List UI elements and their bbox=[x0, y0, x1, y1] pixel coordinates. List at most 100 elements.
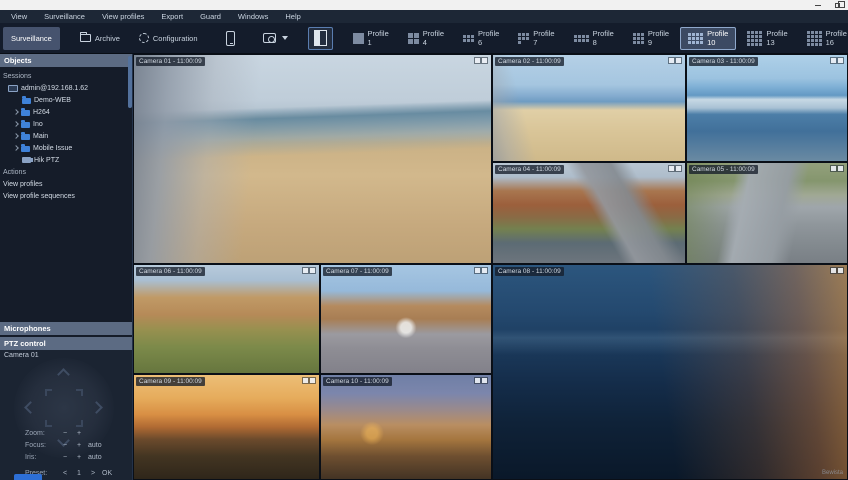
profile-label: Profile 1 bbox=[368, 29, 389, 47]
camera-tile-05[interactable]: Camera 05 - 11:00:09 bbox=[686, 162, 848, 264]
profile-button-1[interactable]: Profile 1 bbox=[345, 27, 397, 50]
folder-icon bbox=[21, 134, 30, 140]
joystick-corner-bracket bbox=[76, 420, 83, 427]
tree-item-main[interactable]: Main bbox=[0, 130, 133, 142]
chevron-right-icon[interactable] bbox=[13, 133, 19, 139]
menu-item-view-profiles[interactable]: View profiles bbox=[102, 12, 144, 21]
focus-minus-button[interactable]: − bbox=[58, 442, 72, 449]
profile-button-13[interactable]: Profile 13 bbox=[739, 27, 795, 50]
focus-auto-button[interactable]: auto bbox=[88, 442, 102, 449]
folder-icon bbox=[80, 34, 91, 42]
photo-watermark: Bewista bbox=[822, 470, 843, 476]
folder-icon bbox=[22, 98, 31, 104]
computer-icon bbox=[8, 85, 18, 92]
focus-plus-button[interactable]: + bbox=[72, 442, 86, 449]
ptz-panel-header[interactable]: PTZ control bbox=[0, 337, 133, 350]
profile-label: Profile 8 bbox=[593, 29, 614, 47]
partial-blue-button[interactable] bbox=[14, 474, 42, 480]
minimize-icon[interactable] bbox=[815, 5, 821, 6]
profile-label: Profile 13 bbox=[766, 29, 787, 47]
tree-item-h264[interactable]: H264 bbox=[0, 106, 133, 118]
surveillance-button[interactable]: Surveillance bbox=[3, 27, 60, 50]
camera-tile-02[interactable]: Camera 02 - 11:00:09 bbox=[492, 54, 686, 162]
zoom-minus-button[interactable]: − bbox=[58, 430, 72, 437]
configuration-button[interactable]: Configuration bbox=[131, 27, 206, 50]
camera-tile-01[interactable]: Camera 01 - 11:00:09 bbox=[133, 54, 492, 264]
ptz-camera-name: Camera 01 bbox=[4, 352, 39, 359]
chevron-right-icon[interactable] bbox=[13, 145, 19, 151]
joystick-left-icon[interactable] bbox=[24, 401, 37, 414]
profile-label: Profile 7 bbox=[533, 29, 554, 47]
camera-tile-04[interactable]: Camera 04 - 11:00:09 bbox=[492, 162, 686, 264]
mobile-devices-button[interactable] bbox=[218, 27, 243, 50]
profile-label: Profile 6 bbox=[478, 29, 499, 47]
objects-tree: Sessions admin@192.168.1.62 Demo-WEB H26… bbox=[0, 70, 133, 202]
camera-capture-icon bbox=[263, 33, 276, 43]
action-view-profiles[interactable]: View profiles bbox=[0, 178, 133, 190]
session-name: admin@192.168.1.62 bbox=[21, 85, 88, 92]
tree-item-hik-ptz[interactable]: Hik PTZ bbox=[0, 154, 133, 166]
gear-icon bbox=[139, 33, 149, 43]
profile-button-16[interactable]: Profile 16 bbox=[799, 27, 848, 50]
detector-indicator-icons bbox=[669, 166, 681, 171]
menu-item-help[interactable]: Help bbox=[285, 12, 300, 21]
archive-button[interactable]: Archive bbox=[72, 27, 128, 50]
joystick-corner-bracket bbox=[76, 389, 83, 396]
detector-indicator-icons bbox=[831, 58, 843, 63]
panel-toggle-button[interactable] bbox=[308, 27, 333, 50]
tree-item-demo-web[interactable]: Demo-WEB bbox=[0, 94, 133, 106]
menu-bar: View Surveillance View profiles Export G… bbox=[0, 10, 848, 23]
camera-grid: Camera 01 - 11:00:09 Camera 02 - 11:00:0… bbox=[133, 54, 848, 480]
profile-label: Profile 9 bbox=[648, 29, 669, 47]
restore-icon[interactable] bbox=[835, 3, 840, 8]
tree-item-session[interactable]: admin@192.168.1.62 bbox=[0, 82, 133, 94]
camera-label: Camera 07 - 11:00:09 bbox=[323, 267, 392, 276]
detector-indicator-icons bbox=[303, 268, 315, 273]
menu-item-export[interactable]: Export bbox=[161, 12, 183, 21]
profile-button-4[interactable]: Profile 4 bbox=[400, 27, 452, 50]
mobile-phone-icon bbox=[226, 31, 235, 46]
menu-item-guard[interactable]: Guard bbox=[200, 12, 221, 21]
preset-next-button[interactable]: > bbox=[86, 470, 100, 477]
camera-label: Camera 09 - 11:00:09 bbox=[136, 377, 205, 386]
tree-item-label: Ino bbox=[33, 121, 43, 128]
tree-item-ino[interactable]: Ino bbox=[0, 118, 133, 130]
folder-icon bbox=[21, 110, 30, 116]
menu-item-view[interactable]: View bbox=[11, 12, 27, 21]
tree-item-label: Demo-WEB bbox=[34, 97, 71, 104]
camera-tile-07[interactable]: Camera 07 - 11:00:09 bbox=[320, 264, 492, 374]
focus-label: Focus: bbox=[25, 442, 58, 449]
profile-button-6[interactable]: Profile 6 bbox=[455, 27, 507, 50]
menu-item-surveillance[interactable]: Surveillance bbox=[44, 12, 85, 21]
camera-tile-09[interactable]: Camera 09 - 11:00:09 bbox=[133, 374, 320, 480]
profile-button-10[interactable]: Profile 10 bbox=[680, 27, 736, 50]
profile-label: Profile 10 bbox=[707, 29, 728, 47]
camera-tile-10[interactable]: Camera 10 - 11:00:09 bbox=[320, 374, 492, 480]
action-view-profile-sequences[interactable]: View profile sequences bbox=[0, 190, 133, 202]
preset-prev-button[interactable]: < bbox=[58, 470, 72, 477]
profile-button-7[interactable]: Profile 7 bbox=[510, 27, 562, 50]
snapshot-button[interactable] bbox=[255, 27, 296, 50]
microphones-panel-header[interactable]: Microphones bbox=[0, 322, 133, 335]
toolbar: Surveillance Archive Configuration Profi… bbox=[0, 23, 848, 54]
joystick-right-icon[interactable] bbox=[90, 401, 103, 414]
menu-item-windows[interactable]: Windows bbox=[238, 12, 268, 21]
layout-grid-icon bbox=[633, 33, 644, 44]
chevron-right-icon[interactable] bbox=[13, 121, 19, 127]
preset-ok-button[interactable]: OK bbox=[102, 470, 112, 477]
iris-plus-button[interactable]: + bbox=[72, 454, 86, 461]
zoom-plus-button[interactable]: + bbox=[72, 430, 86, 437]
chevron-right-icon[interactable] bbox=[13, 109, 19, 115]
objects-panel-header[interactable]: Objects bbox=[0, 54, 133, 67]
iris-minus-button[interactable]: − bbox=[58, 454, 72, 461]
tree-item-mobile-issue[interactable]: Mobile Issue bbox=[0, 142, 133, 154]
joystick-up-icon[interactable] bbox=[57, 368, 70, 381]
surveillance-button-label: Surveillance bbox=[11, 34, 52, 43]
iris-auto-button[interactable]: auto bbox=[88, 454, 102, 461]
camera-tile-08[interactable]: Camera 08 - 11:00:09 Bewista bbox=[492, 264, 848, 480]
profile-button-9[interactable]: Profile 9 bbox=[625, 27, 677, 50]
camera-tile-06[interactable]: Camera 06 - 11:00:09 bbox=[133, 264, 320, 374]
camera-tile-03[interactable]: Camera 03 - 11:00:09 bbox=[686, 54, 848, 162]
profile-button-8[interactable]: Profile 8 bbox=[566, 27, 622, 50]
layout-grid-icon bbox=[807, 31, 822, 46]
